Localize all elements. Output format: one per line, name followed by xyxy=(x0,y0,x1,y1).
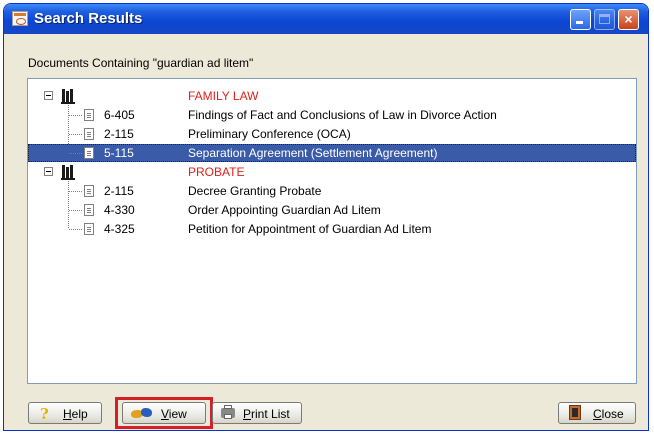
window-close-button[interactable]: × xyxy=(618,9,639,30)
document-icon xyxy=(84,204,94,216)
document-code: 6-405 xyxy=(104,108,135,122)
maximize-button xyxy=(594,9,615,30)
minimize-button[interactable] xyxy=(570,9,591,30)
help-button[interactable]: ? Help xyxy=(28,402,102,424)
tree-branch xyxy=(69,153,82,154)
view-button[interactable]: View xyxy=(122,402,206,424)
view-button-label: View xyxy=(161,407,187,421)
collapse-toggle-icon[interactable] xyxy=(44,91,53,100)
document-code: 2-115 xyxy=(104,184,134,198)
maximize-icon xyxy=(599,14,610,24)
window-title: Search Results xyxy=(34,10,143,27)
list-item[interactable]: 4-330 Order Appointing Guardian Ad Litem xyxy=(28,201,636,219)
document-title: Decree Granting Probate xyxy=(188,184,322,198)
close-icon: × xyxy=(624,11,633,27)
print-list-button[interactable]: Print List xyxy=(212,402,302,424)
category-label: FAMILY LAW xyxy=(188,89,259,103)
document-code: 5-115 xyxy=(104,146,134,160)
tree-group-probate[interactable]: PROBATE xyxy=(28,163,636,181)
help-button-label: Help xyxy=(63,407,88,421)
list-item[interactable]: 4-325 Petition for Appointment of Guardi… xyxy=(28,220,636,238)
title-bar[interactable]: Search Results × xyxy=(4,4,648,34)
document-icon xyxy=(84,109,94,121)
document-title: Order Appointing Guardian Ad Litem xyxy=(188,203,381,217)
tree-branch xyxy=(69,210,82,211)
list-item[interactable]: 2-115 Decree Granting Probate xyxy=(28,182,636,200)
document-code: 4-330 xyxy=(104,203,135,217)
close-button[interactable]: Close xyxy=(558,402,636,424)
printer-icon xyxy=(221,405,235,419)
document-code: 4-325 xyxy=(104,222,135,236)
print-list-button-label: Print List xyxy=(243,407,290,421)
document-title: Petition for Appointment of Guardian Ad … xyxy=(188,222,432,236)
document-icon xyxy=(84,128,94,140)
tree-group-family-law[interactable]: FAMILY LAW xyxy=(28,87,636,105)
question-mark-icon: ? xyxy=(40,405,49,423)
close-button-label: Close xyxy=(593,407,624,421)
tree-branch xyxy=(69,115,82,116)
document-icon xyxy=(84,147,94,159)
tree-branch xyxy=(69,191,82,192)
list-item[interactable]: 2-115 Preliminary Conference (OCA) xyxy=(28,125,636,143)
results-heading: Documents Containing "guardian ad litem" xyxy=(28,56,254,70)
books-icon xyxy=(61,165,75,180)
tree-branch xyxy=(69,134,82,135)
document-code: 2-115 xyxy=(104,127,134,141)
minimize-icon xyxy=(576,21,583,24)
category-label: PROBATE xyxy=(188,165,245,179)
list-item-selected[interactable]: 5-115 Separation Agreement (Settlement A… xyxy=(28,144,636,162)
tree-branch xyxy=(69,229,82,230)
results-tree-panel: FAMILY LAW 6-405 Findings of Fact and Co… xyxy=(27,78,637,384)
app-icon xyxy=(12,11,28,26)
document-icon xyxy=(84,185,94,197)
view-document-icon xyxy=(131,408,153,419)
exit-door-icon xyxy=(569,405,581,420)
document-title: Preliminary Conference (OCA) xyxy=(188,127,351,141)
document-title: Separation Agreement (Settlement Agreeme… xyxy=(188,146,438,160)
collapse-toggle-icon[interactable] xyxy=(44,167,53,176)
search-results-window: Search Results × Documents Containing "g… xyxy=(3,3,649,431)
books-icon xyxy=(61,89,75,104)
document-icon xyxy=(84,223,94,235)
document-title: Findings of Fact and Conclusions of Law … xyxy=(188,108,497,122)
list-item[interactable]: 6-405 Findings of Fact and Conclusions o… xyxy=(28,106,636,124)
